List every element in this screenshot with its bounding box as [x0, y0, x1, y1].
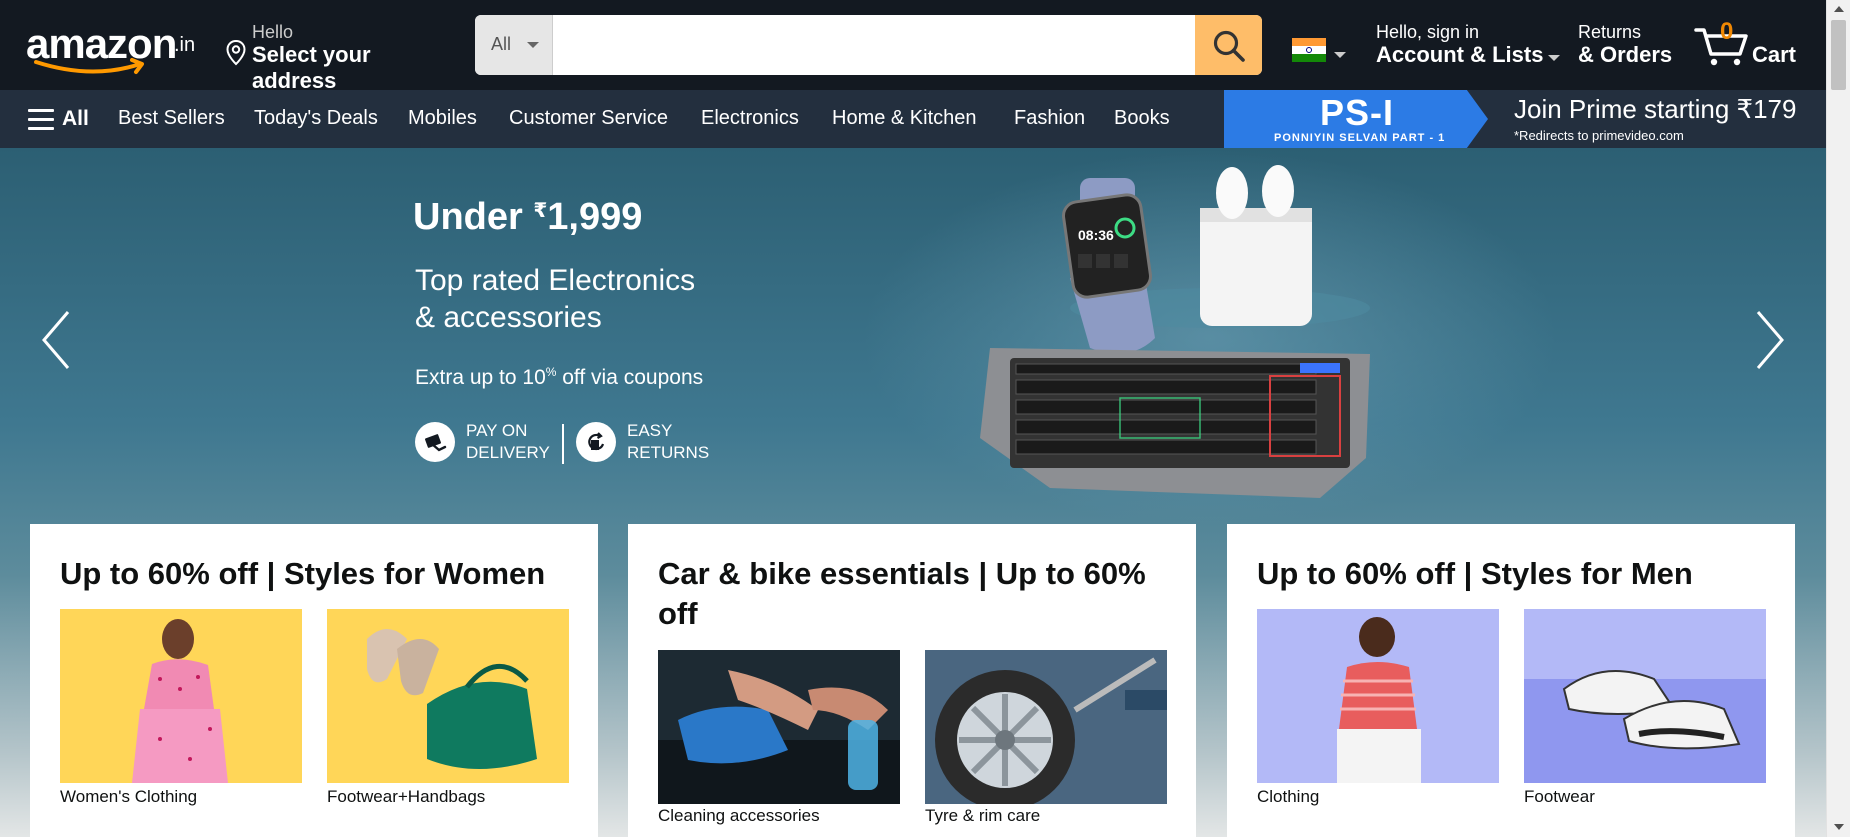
tyre-rim-care-image	[925, 650, 1167, 804]
hero-subtitle-line1: Top rated Electronics	[415, 264, 696, 297]
search-button[interactable]	[1195, 15, 1262, 75]
tile-caption: Footwear	[1524, 787, 1595, 806]
tile-caption: Clothing	[1257, 787, 1320, 806]
scrollbar-thumb[interactable]	[1831, 20, 1846, 90]
womens-clothing-image	[60, 609, 302, 783]
logo-tld: .in	[174, 34, 196, 56]
prime-headline: Join Prime starting ₹179	[1514, 94, 1797, 124]
scroll-up-icon[interactable]	[1834, 6, 1844, 12]
mens-clothing-image	[1257, 609, 1499, 783]
top-header: amazon .in Hello Select your address All	[0, 0, 1826, 93]
electronics-product-image: 08:36	[980, 165, 1370, 498]
hero-title: Under ₹1,999	[413, 196, 642, 239]
tile-caption: Footwear+Handbags	[327, 787, 486, 806]
prime-video-banner[interactable]: PS-I PONNIYIN SELVAN PART - 1 Join Prime…	[1224, 90, 1826, 148]
account-label: Account & Lists	[1376, 42, 1544, 67]
nav-item-mobiles[interactable]: Mobiles	[408, 107, 477, 130]
account-menu[interactable]: Hello, sign in Account & Lists	[1376, 20, 1560, 74]
search-icon	[1213, 30, 1245, 62]
chevron-down-icon	[1334, 52, 1346, 58]
page-scrollbar[interactable]	[1826, 0, 1850, 837]
search-bar: All	[475, 15, 1262, 75]
footwear-handbags-image	[327, 609, 569, 783]
hero-offer-prefix: Extra up to 10	[415, 366, 546, 389]
hero-subtitle-line2: & accessories	[415, 301, 602, 334]
address-label: Select your address	[252, 42, 371, 93]
scroll-down-icon[interactable]	[1834, 824, 1844, 830]
returns-orders-link[interactable]: Returns & Orders	[1578, 20, 1678, 74]
cart-label: Cart	[1752, 42, 1797, 67]
main-nav: All Best Sellers Today's Deals Mobiles C…	[0, 90, 1826, 148]
carousel-next-arrow-icon[interactable]	[1750, 308, 1790, 372]
language-selector[interactable]	[1292, 38, 1350, 68]
deal-card-women: Up to 60% off | Styles for Women Women's…	[30, 524, 598, 837]
tile-caption: Cleaning accessories	[658, 806, 820, 825]
nav-item-electronics[interactable]: Electronics	[701, 107, 799, 130]
address-greeting: Hello	[252, 22, 294, 42]
nav-item-books[interactable]: Books	[1114, 107, 1170, 130]
hamburger-icon	[28, 109, 54, 136]
nav-item-customer-service[interactable]: Customer Service	[509, 107, 668, 130]
chevron-down-icon	[1548, 55, 1560, 61]
india-flag-icon	[1292, 38, 1326, 62]
badge2-line2: RETURNS	[627, 443, 710, 462]
hero-price: 1,999	[547, 196, 643, 238]
nav-item-best-sellers[interactable]: Best Sellers	[118, 107, 225, 130]
cart-button[interactable]: 0 Cart	[1694, 16, 1804, 76]
ps-title: PS-I	[1320, 92, 1395, 133]
carousel-prev-arrow-icon[interactable]	[36, 308, 76, 372]
account-greeting: Hello, sign in	[1376, 22, 1480, 42]
returns-label: Returns	[1578, 22, 1642, 42]
cart-count: 0	[1720, 18, 1734, 45]
search-category-label: All	[491, 34, 512, 54]
tile-caption: Tyre & rim care	[925, 806, 1041, 825]
mens-footwear-image	[1524, 609, 1766, 783]
search-category-dropdown[interactable]: All	[475, 15, 553, 75]
all-menu-label: All	[62, 107, 89, 130]
deal-card-men: Up to 60% off | Styles for Men Clothing …	[1227, 524, 1795, 837]
ps-subtitle: PONNIYIN SELVAN PART - 1	[1274, 132, 1446, 144]
card-title[interactable]: Up to 60% off | Styles for Women	[60, 554, 570, 594]
hero-currency: ₹	[533, 200, 548, 222]
ps-i-promo: PS-I PONNIYIN SELVAN PART - 1	[1224, 90, 1488, 148]
nav-item-fashion[interactable]: Fashion	[1014, 107, 1085, 130]
search-input[interactable]	[553, 15, 1195, 75]
return-box-icon	[576, 422, 616, 462]
hero-offer: Extra up to 10% off via coupons	[415, 365, 703, 390]
badge2-line1: EASY	[627, 421, 673, 440]
cash-icon	[415, 422, 455, 462]
all-menu-button[interactable]: All	[28, 106, 94, 134]
nav-item-todays-deals[interactable]: Today's Deals	[254, 107, 378, 130]
orders-label: & Orders	[1578, 42, 1673, 67]
chevron-down-icon	[527, 42, 539, 48]
location-pin-icon	[226, 40, 246, 66]
cleaning-accessories-image	[658, 650, 900, 804]
hero-offer-suffix: off via coupons	[556, 366, 704, 389]
card-title[interactable]: Car & bike essentials | Up to 60% off	[658, 554, 1168, 634]
amazon-logo[interactable]: amazon .in	[26, 18, 198, 74]
deal-card-car-bike: Car & bike essentials | Up to 60% off Cl…	[628, 524, 1196, 837]
nav-item-home-kitchen[interactable]: Home & Kitchen	[832, 107, 977, 130]
pay-on-delivery-text: PAY ON DELIVERY	[466, 420, 550, 464]
watch-time: 08:36	[1078, 227, 1114, 243]
hero-offer-percent: %	[545, 365, 557, 379]
easy-returns-text: EASY RETURNS	[627, 420, 709, 464]
badge1-line1: PAY ON	[466, 421, 528, 440]
card-title[interactable]: Up to 60% off | Styles for Men	[1257, 554, 1767, 594]
tile-caption: Women's Clothing	[60, 787, 198, 806]
badge1-line2: DELIVERY	[466, 443, 550, 462]
prime-subline: *Redirects to primevideo.com	[1514, 128, 1684, 143]
logo-smile-icon	[34, 58, 144, 74]
badge-divider	[562, 424, 564, 464]
amazon-home-page: amazon .in Hello Select your address All	[0, 0, 1850, 837]
delivery-address[interactable]: Hello Select your address	[226, 20, 456, 93]
hero-title-prefix: Under	[413, 196, 534, 238]
